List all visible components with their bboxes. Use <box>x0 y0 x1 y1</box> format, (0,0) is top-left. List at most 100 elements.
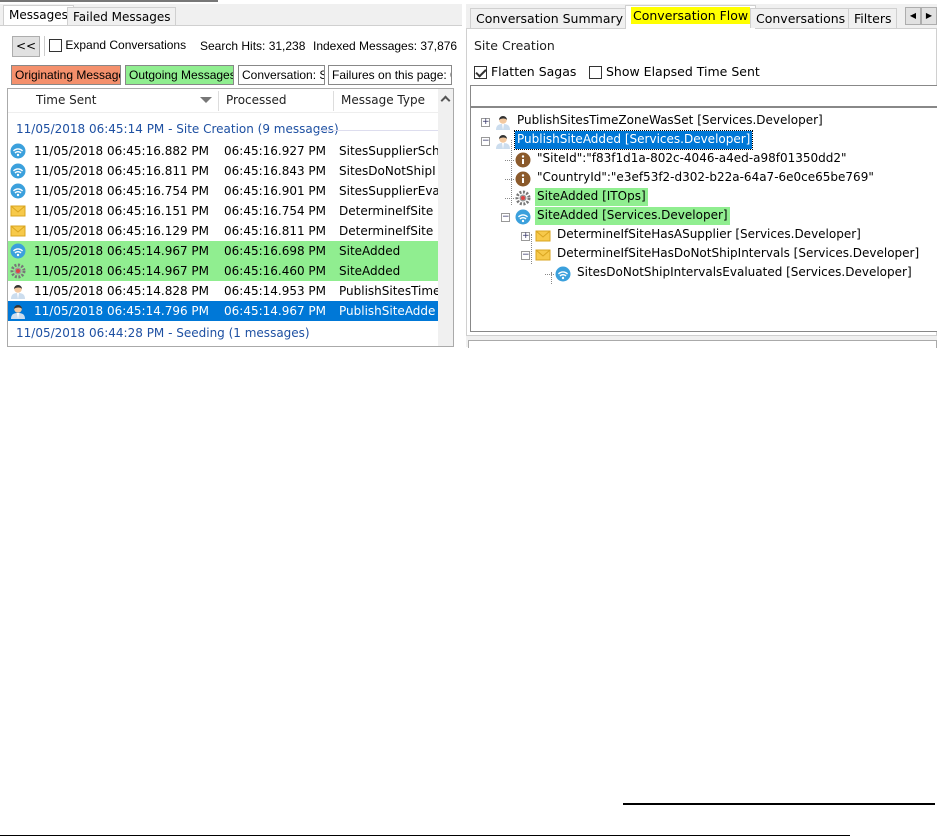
tab-conversation-flow[interactable]: Conversation Flow <box>625 5 757 29</box>
tree-node[interactable]: PublishSiteAdded [Services.Developer] <box>513 130 754 150</box>
tab-conversation-summary[interactable]: Conversation Summary <box>470 8 630 28</box>
column-divider <box>333 91 334 111</box>
tree-node[interactable]: DetermineIfSiteHasDoNotShipIntervals [Se… <box>555 245 921 263</box>
checkbox-checked[interactable] <box>474 66 487 79</box>
event-icon <box>10 163 26 179</box>
scroll-up-icon[interactable] <box>440 95 451 106</box>
processed-time: 06:45:16.754 PM <box>224 204 327 218</box>
tree-connector <box>505 198 514 199</box>
message-type: SitesDoNotShipI <box>339 164 436 178</box>
time-sent: 11/05/2018 06:45:16.754 PM <box>34 184 209 198</box>
vertical-scrollbar[interactable] <box>438 89 453 346</box>
tab-failed-messages[interactable]: Failed Messages <box>67 7 177 25</box>
tree-connector <box>531 234 532 264</box>
conversation-flow-tree: + PublishSitesTimeZoneWasSet [Services.De… <box>470 107 937 332</box>
processed-time: 06:45:16.901 PM <box>224 184 327 198</box>
time-sent: 11/05/2018 06:45:16.151 PM <box>34 204 209 218</box>
time-sent: 11/05/2018 06:45:14.796 PM <box>34 304 209 318</box>
table-row[interactable]: 11/05/2018 06:45:14.796 PM 06:45:14.967 … <box>8 301 438 321</box>
window-edge <box>0 0 218 2</box>
processed-time: 06:45:16.811 PM <box>224 224 327 238</box>
message-type: PublishSiteAdde <box>339 304 436 318</box>
divider <box>44 36 45 56</box>
tree-connector <box>505 160 514 161</box>
column-message-type[interactable]: Message Type <box>341 89 425 113</box>
expand-icon[interactable]: + <box>521 232 530 241</box>
table-row[interactable]: 11/05/2018 06:45:16.882 PM 06:45:16.927 … <box>8 141 438 161</box>
collapse-icon[interactable]: − <box>481 137 490 146</box>
tree-node[interactable]: SiteAdded [Services.Developer] <box>535 207 730 225</box>
column-divider <box>218 91 219 111</box>
divider-line <box>623 803 935 805</box>
info-icon <box>515 171 531 187</box>
collapse-button[interactable]: << <box>12 36 40 57</box>
group-header-next[interactable]: 11/05/2018 06:44:28 PM - Seeding (1 mess… <box>16 326 310 341</box>
tab-scroll-right-icon[interactable]: ▶ <box>921 7 937 25</box>
tree-node[interactable]: SitesDoNotShipIntervalsEvaluated [Servic… <box>575 264 914 282</box>
legend-outgoing: Outgoing Messages <box>125 65 234 85</box>
tab-messages[interactable]: Messages <box>3 5 74 26</box>
show-elapsed-checkbox[interactable]: Show Elapsed Time Sent <box>589 64 760 79</box>
user-icon <box>10 303 26 319</box>
tree-connector <box>505 179 514 180</box>
checkbox[interactable] <box>589 66 602 79</box>
message-type: DetermineIfSite <box>339 224 434 238</box>
messages-grid: Time Sent Processed Message Type 11/05/2… <box>7 88 454 347</box>
message-type: SiteAdded <box>339 264 401 278</box>
tab-filters[interactable]: Filters <box>848 8 898 28</box>
table-row[interactable]: 11/05/2018 06:45:16.151 PM 06:45:16.754 … <box>8 201 438 221</box>
processed-time: 06:45:16.698 PM <box>224 244 327 258</box>
expand-conversations-checkbox[interactable]: Expand Conversations <box>49 38 186 53</box>
table-row[interactable]: 11/05/2018 06:45:14.828 PM 06:45:14.953 … <box>8 281 438 301</box>
group-header[interactable]: 11/05/2018 06:45:14 PM - Site Creation (… <box>16 122 339 137</box>
gear-icon <box>10 263 26 279</box>
tree-connector <box>545 274 554 275</box>
collapse-icon[interactable]: − <box>501 213 510 222</box>
failures-count: Failures on this page: 0 <box>328 65 452 85</box>
table-row[interactable]: 11/05/2018 06:45:16.811 PM 06:45:16.843 … <box>8 161 438 181</box>
tree-node[interactable]: PublishSitesTimeZoneWasSet [Services.Dev… <box>515 112 825 130</box>
table-row[interactable]: 11/05/2018 06:45:14.967 PM 06:45:16.460 … <box>8 261 438 281</box>
table-row[interactable]: 11/05/2018 06:45:14.967 PM 06:45:16.698 … <box>8 241 438 261</box>
message-type: SiteAdded <box>339 244 401 258</box>
processed-time: 06:45:16.460 PM <box>224 264 327 278</box>
time-sent: 11/05/2018 06:45:16.882 PM <box>34 144 209 158</box>
group-line <box>318 130 438 131</box>
command-icon <box>10 223 26 239</box>
time-sent: 11/05/2018 06:45:14.967 PM <box>34 264 209 278</box>
message-type: PublishSitesTime <box>339 284 438 298</box>
time-sent: 11/05/2018 06:45:16.129 PM <box>34 224 209 238</box>
status-bar <box>468 340 937 348</box>
tree-node[interactable]: DetermineIfSiteHasASupplier [Services.De… <box>555 226 863 244</box>
sort-desc-icon[interactable] <box>200 97 212 103</box>
checkbox[interactable] <box>49 39 62 53</box>
tab-conversations[interactable]: Conversations <box>750 8 852 28</box>
event-icon <box>10 143 26 159</box>
event-icon <box>10 183 26 199</box>
tab-scroll-left-icon[interactable]: ◀ <box>905 7 921 25</box>
table-row[interactable]: 11/05/2018 06:45:16.129 PM 06:45:16.811 … <box>8 221 438 241</box>
info-icon <box>515 152 531 168</box>
search-hits: Search Hits: 31,238 <box>200 39 306 53</box>
time-sent: 11/05/2018 06:45:14.967 PM <box>34 244 209 258</box>
column-processed[interactable]: Processed <box>226 89 287 113</box>
tree-node[interactable]: SiteAdded [ITOps] <box>535 188 648 206</box>
processed-time: 06:45:16.927 PM <box>224 144 327 158</box>
collapse-icon[interactable]: − <box>521 251 530 260</box>
message-type: SitesSupplierEva <box>339 184 438 198</box>
table-row[interactable]: 11/05/2018 06:45:16.754 PM 06:45:16.901 … <box>8 181 438 201</box>
flow-filter-input[interactable] <box>470 85 937 107</box>
expand-icon[interactable]: + <box>481 118 490 127</box>
legend-originating: Originating Message <box>11 65 121 85</box>
column-time-sent[interactable]: Time Sent <box>36 89 97 113</box>
tree-node[interactable]: "CountryId":"e3ef53f2-d302-b22a-64a7-6e0… <box>535 169 876 187</box>
command-icon <box>535 228 551 244</box>
processed-time: 06:45:14.953 PM <box>224 284 327 298</box>
flatten-sagas-checkbox[interactable]: Flatten Sagas <box>474 64 576 79</box>
tree-node[interactable]: "SiteId":"f83f1d1a-802c-4046-a4ed-a98f01… <box>535 150 849 168</box>
conversation-label: Conversation: Sit <box>238 65 325 85</box>
command-icon <box>10 203 26 219</box>
gear-icon <box>515 190 531 206</box>
time-sent: 11/05/2018 06:45:16.811 PM <box>34 164 209 178</box>
user-icon <box>495 133 511 149</box>
